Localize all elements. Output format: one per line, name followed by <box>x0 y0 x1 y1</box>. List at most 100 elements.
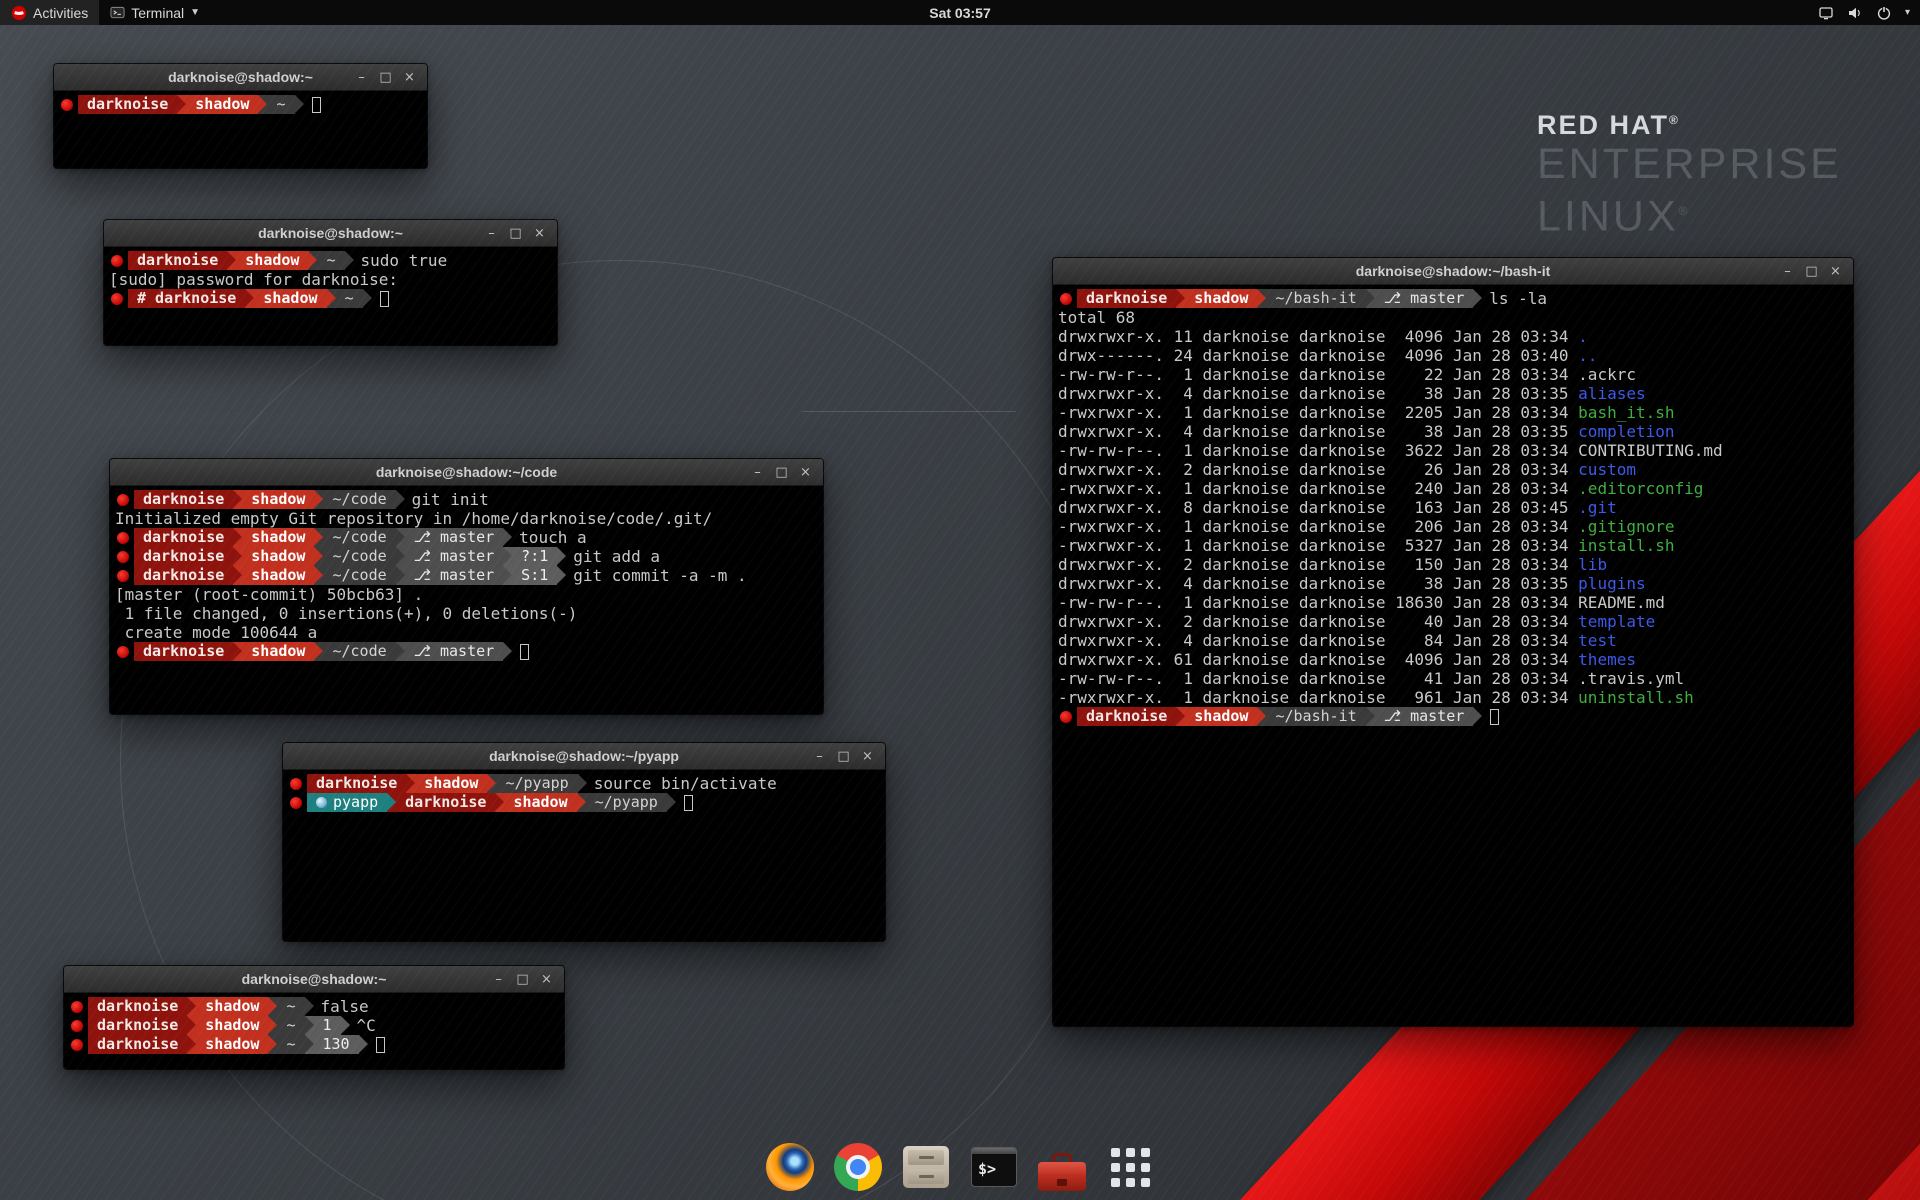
maximize-button[interactable]: □ <box>505 224 526 243</box>
terminal-dock-icon[interactable]: $> <box>967 1140 1021 1194</box>
powerline-arrow-icon <box>667 793 676 812</box>
chrome-dock-icon[interactable] <box>831 1140 885 1194</box>
terminal-line: darknoiseshadow~/code⎇ master?:1git add … <box>115 547 818 566</box>
maximize-button[interactable]: □ <box>771 463 792 482</box>
terminal-text: test <box>1578 631 1617 650</box>
terminal-icon: $> <box>971 1147 1017 1187</box>
terminal-text: completion <box>1578 422 1674 441</box>
terminal-line: darknoiseshadow~/code⎇ masterS:1git comm… <box>115 566 818 585</box>
powerline-arrow-icon <box>327 289 336 308</box>
powerline-arrow-icon <box>314 490 323 509</box>
prompt-segment-status: S:1 <box>512 566 557 585</box>
prompt-segment-path: ~ <box>277 1035 304 1054</box>
system-indicators[interactable]: ▾ <box>1818 0 1920 25</box>
terminal-text: custom <box>1578 460 1636 479</box>
files-dock-icon[interactable] <box>899 1140 953 1194</box>
terminal-text: .travis.yml <box>1578 669 1684 688</box>
terminal-line: darknoiseshadow~ <box>59 95 422 114</box>
powerline-arrow-icon <box>406 774 415 793</box>
terminal-text: lib <box>1578 555 1607 574</box>
close-button[interactable]: × <box>1825 262 1846 281</box>
dock: $> <box>763 1140 1157 1194</box>
close-button[interactable]: × <box>529 224 550 243</box>
toolbox-dock-icon[interactable] <box>1035 1140 1089 1194</box>
files-icon <box>903 1146 949 1188</box>
maximize-button[interactable]: □ <box>512 970 533 989</box>
prompt-segment-host: shadow <box>415 774 487 793</box>
window-titlebar[interactable]: darknoise@shadow:~/pyapp–□× <box>283 743 885 770</box>
window-titlebar[interactable]: darknoise@shadow:~/code–□× <box>110 459 823 486</box>
window-titlebar[interactable]: darknoise@shadow:~–□× <box>54 64 427 91</box>
terminal-content[interactable]: darknoiseshadow~/codegit initInitialized… <box>110 486 823 714</box>
terminal-text: touch a <box>519 528 586 547</box>
terminal-text: ^C <box>357 1016 376 1035</box>
terminal-text: themes <box>1578 650 1636 669</box>
terminal-line: drwxrwxr-x. 4 darknoise darknoise 38 Jan… <box>1058 574 1848 593</box>
terminal-text: -rwxrwxr-x. 1 darknoise darknoise 240 Ja… <box>1058 479 1578 498</box>
minimize-button[interactable]: – <box>488 970 509 989</box>
terminal-text: .ackrc <box>1578 365 1636 384</box>
close-button[interactable]: × <box>857 747 878 766</box>
maximize-button[interactable]: □ <box>833 747 854 766</box>
terminal-text: -rwxrwxr-x. 1 darknoise darknoise 961 Ja… <box>1058 688 1578 707</box>
minimize-button[interactable]: – <box>809 747 830 766</box>
prompt-segment-status: ?:1 <box>512 547 557 566</box>
terminal-line: # darknoiseshadow~ <box>109 289 552 308</box>
redhat-logo-icon <box>11 5 27 21</box>
terminal-content[interactable]: darknoiseshadow~/bash-it⎇ masterls -lato… <box>1053 285 1853 1026</box>
terminal-content[interactable]: darknoiseshadow~/pyappsource bin/activat… <box>283 770 885 941</box>
terminal-text: drwxrwxr-x. 11 darknoise darknoise 4096 … <box>1058 327 1578 346</box>
powerline-arrow-icon <box>503 528 512 547</box>
prompt-segment-host: shadow <box>236 251 308 270</box>
prompt-segment-user: darknoise <box>134 490 233 509</box>
toolbox-icon <box>1038 1145 1086 1189</box>
prompt-segment-host: shadow <box>1185 289 1257 308</box>
window-titlebar[interactable]: darknoise@shadow:~–□× <box>104 220 557 247</box>
chevron-down-icon: ▼ <box>190 7 200 18</box>
redhat-prompt-icon <box>117 646 129 658</box>
prompt-segment-host: shadow <box>1185 707 1257 726</box>
terminal-line: drwxrwxr-x. 2 darknoise darknoise 150 Ja… <box>1058 555 1848 574</box>
terminal-text: 1 file changed, 0 insertions(+), 0 delet… <box>115 604 577 623</box>
terminal-line: -rw-rw-r--. 1 darknoise darknoise 3622 J… <box>1058 441 1848 460</box>
terminal-content[interactable]: darknoiseshadow~ <box>54 91 427 168</box>
terminal-line: darknoiseshadow~/code⎇ master <box>115 642 818 661</box>
powerline-arrow-icon <box>495 793 504 812</box>
powerline-arrow-icon <box>227 251 236 270</box>
powerline-arrow-icon <box>314 642 323 661</box>
terminal-text: aliases <box>1578 384 1645 403</box>
powerline-arrow-icon <box>1176 289 1185 308</box>
terminal-line: darknoiseshadow~/pyappsource bin/activat… <box>288 774 880 793</box>
prompt-segment-path: ~/pyapp <box>586 793 667 812</box>
minimize-button[interactable]: – <box>1777 262 1798 281</box>
terminal-content[interactable]: darknoiseshadow~falsedarknoiseshadow~1^C… <box>64 993 564 1069</box>
terminal-content[interactable]: darknoiseshadow~sudo true[sudo] password… <box>104 247 557 345</box>
prompt-segment-host: shadow <box>242 547 314 566</box>
powerline-arrow-icon <box>503 547 512 566</box>
close-button[interactable]: × <box>795 463 816 482</box>
terminal-cursor <box>1490 709 1499 725</box>
close-button[interactable]: × <box>536 970 557 989</box>
activities-button[interactable]: Activities <box>0 0 99 25</box>
maximize-button[interactable]: □ <box>1801 262 1822 281</box>
prompt-segment-path: ~ <box>277 1016 304 1035</box>
window-titlebar[interactable]: darknoise@shadow:~–□× <box>64 966 564 993</box>
firefox-dock-icon[interactable] <box>763 1140 817 1194</box>
minimize-button[interactable]: – <box>481 224 502 243</box>
window-controls: –□× <box>809 747 885 766</box>
minimize-button[interactable]: – <box>747 463 768 482</box>
powerline-arrow-icon <box>487 774 496 793</box>
powerline-arrow-icon <box>557 547 566 566</box>
close-button[interactable]: × <box>399 68 420 87</box>
powerline-arrow-icon <box>187 1035 196 1054</box>
terminal-line: drwxrwxr-x. 8 darknoise darknoise 163 Ja… <box>1058 498 1848 517</box>
app-menu-terminal[interactable]: Terminal ▼ <box>99 0 211 25</box>
maximize-button[interactable]: □ <box>375 68 396 87</box>
window-title: darknoise@shadow:~/bash-it <box>1053 263 1853 279</box>
minimize-button[interactable]: – <box>351 68 372 87</box>
app-grid-dock-icon[interactable] <box>1103 1140 1157 1194</box>
clock[interactable]: Sat 03:57 <box>929 5 990 21</box>
prompt-segment-user: darknoise <box>134 528 233 547</box>
window-titlebar[interactable]: darknoise@shadow:~/bash-it–□× <box>1053 258 1853 285</box>
powerline-arrow-icon <box>1257 289 1266 308</box>
